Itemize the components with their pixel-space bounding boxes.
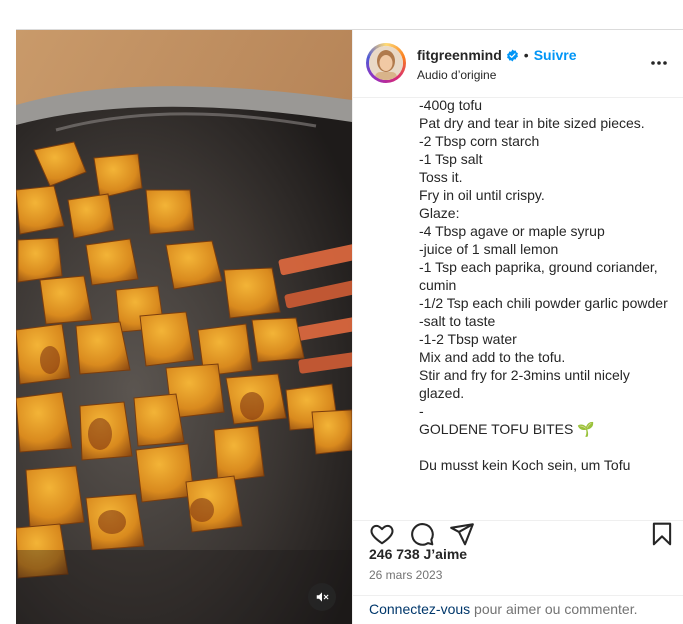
share-icon — [450, 523, 474, 546]
user-line: fitgreenmind • Suivre — [417, 47, 577, 63]
like-button[interactable] — [369, 521, 395, 547]
mute-button[interactable] — [308, 583, 336, 611]
caption-line — [419, 438, 669, 456]
verified-badge-icon — [506, 49, 519, 62]
caption-line: Fry in oil until crispy. — [419, 187, 545, 203]
caption-line: - — [419, 403, 424, 419]
login-prompt-text: pour aimer ou commenter. — [470, 601, 638, 617]
caption-line: -1/2 Tsp each chili powder garlic powder — [419, 295, 668, 311]
caption-line: -1 Tsp salt — [419, 151, 483, 167]
caption-line: -1-2 Tbsp water — [419, 331, 517, 347]
caption-line: Stir and fry for 2-3mins until nicely gl… — [419, 367, 630, 401]
video-frame-image — [16, 30, 352, 624]
post-details-panel: fitgreenmind • Suivre Audio d’origine -4… — [352, 30, 683, 624]
post-video[interactable] — [16, 30, 352, 624]
caption-line: -juice of 1 small lemon — [419, 241, 559, 257]
caption-line: Pat dry and tear in bite sized pieces. — [419, 115, 645, 131]
caption-line: -1 Tsp each paprika, ground coriander, c… — [419, 259, 658, 293]
comment-icon — [411, 523, 434, 546]
caption-line: -2 Tbsp corn starch — [419, 133, 540, 149]
caption-line: Glaze: — [419, 205, 460, 221]
username[interactable]: fitgreenmind — [417, 47, 502, 63]
caption-text: -400g tofu Pat dry and tear in bite sized… — [419, 98, 669, 474]
audio-label[interactable]: Audio d’origine — [417, 68, 496, 82]
caption-line: Du musst kein Koch sein, um Tofu — [419, 457, 631, 473]
caption-line: GOLDENE TOFU BITES 🌱 — [419, 421, 595, 437]
caption-line: -400g tofu — [419, 98, 483, 113]
sound-off-icon — [316, 592, 329, 602]
login-link[interactable]: Connectez-vous — [369, 601, 470, 617]
follow-button[interactable]: Suivre — [534, 47, 577, 63]
share-button[interactable] — [449, 521, 475, 547]
more-options-icon — [651, 61, 667, 65]
separator-dot: • — [523, 47, 529, 63]
caption-area: -400g tofu Pat dry and tear in bite sized… — [353, 98, 683, 521]
heart-icon — [370, 524, 394, 545]
save-button[interactable] — [649, 521, 675, 547]
likes-count[interactable]: 246 738 J’aime — [369, 546, 467, 562]
avatar[interactable] — [366, 43, 406, 83]
caption-line: -4 Tbsp agave or maple syrup — [419, 223, 605, 239]
login-prompt: Connectez-vous pour aimer ou commenter. — [369, 601, 637, 617]
post-header: fitgreenmind • Suivre Audio d’origine — [353, 30, 683, 98]
post-date[interactable]: 26 mars 2023 — [369, 568, 442, 582]
comment-button[interactable] — [409, 521, 435, 547]
avatar-image — [369, 46, 403, 80]
more-options-button[interactable] — [647, 53, 671, 73]
footer-divider — [352, 595, 683, 596]
caption-line: Toss it. — [419, 169, 463, 185]
caption-line: Mix and add to the tofu. — [419, 349, 566, 365]
caption-line: -salt to taste — [419, 313, 496, 329]
bookmark-icon — [652, 522, 672, 546]
